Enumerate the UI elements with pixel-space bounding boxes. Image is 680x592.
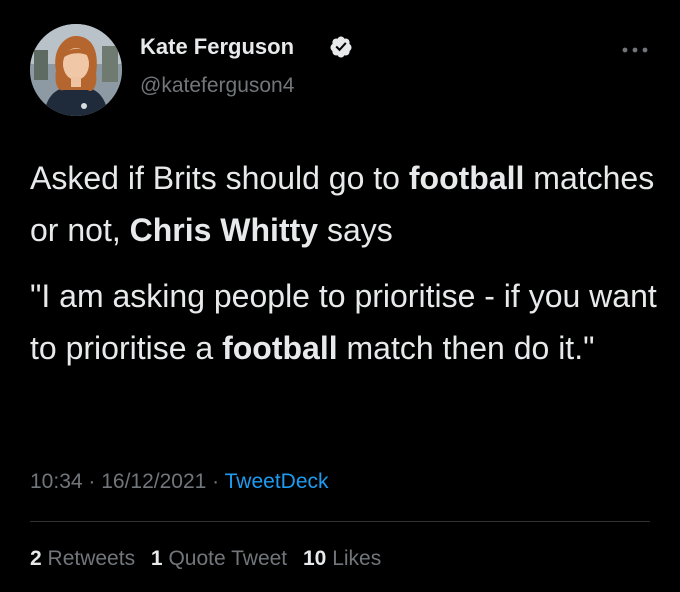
tweet-paragraph-1: Asked if Brits should go to football mat… [30, 152, 660, 256]
avatar[interactable] [30, 24, 122, 116]
tweet-paragraph-2: "I am asking people to prioritise - if y… [30, 270, 660, 374]
tweet-text-segment: match then do it." [337, 330, 595, 366]
likes-stat[interactable]: 10 Likes [303, 547, 381, 570]
retweets-count: 2 [30, 547, 42, 570]
quote-tweets-stat[interactable]: 1 Quote Tweet [151, 547, 287, 570]
retweets-label: Retweets [47, 547, 136, 570]
tweet-source-link[interactable]: TweetDeck [225, 470, 329, 493]
tweet-bold-name: Chris Whitty [129, 212, 319, 248]
tweet-meta: 10:34 · 16/12/2021 · TweetDeck [30, 470, 329, 494]
author-name[interactable]: Kate Ferguson [140, 34, 294, 60]
retweets-stat[interactable]: 2 Retweets [30, 547, 135, 570]
likes-label: Likes [332, 547, 382, 570]
quote-tweets-label: Quote Tweet [168, 547, 288, 570]
tweet-bold-keyword: football [222, 330, 338, 366]
tweet-date[interactable]: 16/12/2021 [101, 470, 206, 493]
divider [30, 521, 650, 522]
tweet-text-segment: Asked if Brits should go to [30, 160, 409, 196]
tweet-stats: 2 Retweets 1 Quote Tweet 10 Likes [30, 547, 381, 571]
meta-separator: · [82, 470, 102, 493]
author-handle[interactable]: @kateferguson4 [140, 74, 294, 98]
tweet-bold-keyword: football [408, 160, 525, 196]
tweet-text: Asked if Brits should go to football mat… [30, 152, 660, 374]
tweet-time[interactable]: 10:34 [30, 470, 83, 493]
meta-separator: · [206, 470, 225, 493]
verified-badge-icon [330, 36, 352, 58]
tweet-card: Kate Ferguson @kateferguson4 Asked if Br… [0, 0, 680, 592]
more-options-icon[interactable] [620, 44, 650, 56]
likes-count: 10 [303, 547, 327, 570]
quote-tweets-count: 1 [150, 547, 163, 570]
tweet-text-segment: says [318, 212, 393, 248]
avatar-photo [30, 24, 122, 116]
